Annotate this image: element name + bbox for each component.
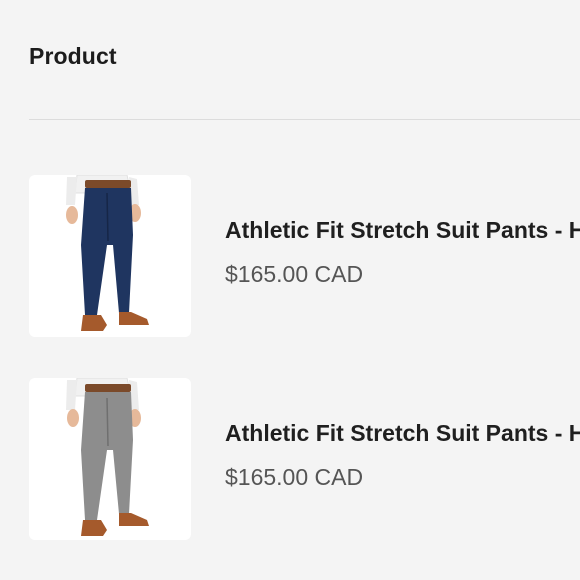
cart-page: Product Athletic Fit Stretch Suit Pants … (0, 0, 580, 580)
product-row: Athletic Fit Stretch Suit Pants - H $165… (0, 378, 580, 543)
product-image-grey-pants[interactable] (29, 378, 191, 540)
product-price: $165.00 CAD (225, 464, 364, 490)
product-row: Athletic Fit Stretch Suit Pants - H $165… (0, 175, 580, 340)
product-title[interactable]: Athletic Fit Stretch Suit Pants - H (225, 217, 580, 244)
product-price: $165.00 CAD (225, 261, 364, 287)
product-title[interactable]: Athletic Fit Stretch Suit Pants - H (225, 420, 580, 447)
product-column-header: Product (29, 43, 117, 69)
product-image-navy-pants[interactable] (29, 175, 191, 337)
header-divider (29, 119, 580, 120)
